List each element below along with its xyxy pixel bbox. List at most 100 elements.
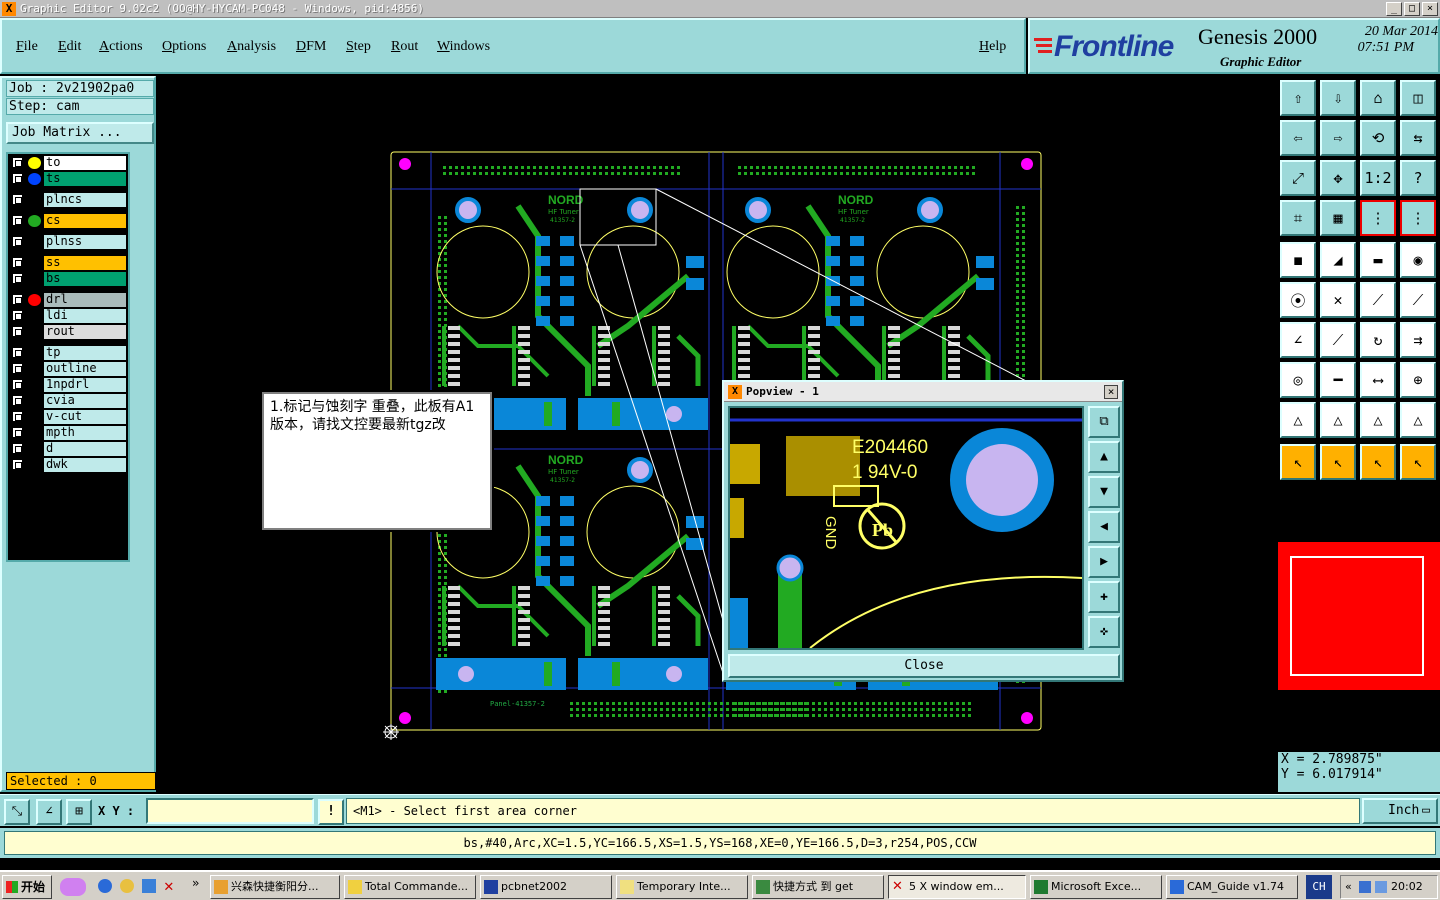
layer-name[interactable]: drl — [44, 293, 126, 307]
layer-row-outline[interactable]: outline — [10, 362, 128, 376]
layer-checkbox[interactable] — [12, 236, 23, 247]
layer-row-cs[interactable]: cs — [10, 214, 128, 228]
layer-checkbox[interactable] — [12, 326, 23, 337]
undo-icon[interactable]: ⟲ — [1360, 120, 1396, 156]
layer-name[interactable]: bs — [44, 272, 126, 286]
volume-icon[interactable] — [1375, 881, 1387, 893]
popview-close-icon[interactable]: × — [1104, 385, 1118, 399]
layer-checkbox[interactable] — [12, 395, 23, 406]
menu-step[interactable]: Step — [346, 39, 371, 55]
layer-row-bs[interactable]: bs — [10, 272, 128, 286]
layer-row-1npdrl[interactable]: 1npdrl — [10, 378, 128, 392]
layer-checkbox[interactable] — [12, 347, 23, 358]
layer-checkbox[interactable] — [12, 157, 23, 168]
layer-name[interactable]: plnss — [44, 235, 126, 249]
language-indicator[interactable]: CH — [1306, 875, 1332, 899]
parallel-icon[interactable]: ⇉ — [1400, 322, 1436, 358]
clock-icon[interactable] — [120, 879, 134, 893]
layer-row-plncs[interactable]: plncs — [10, 193, 128, 207]
line-node-icon[interactable]: ⟋ — [1360, 282, 1396, 318]
arc-icon[interactable]: ↻ — [1360, 322, 1396, 358]
layer-name[interactable]: dwk — [44, 458, 126, 472]
outlook-icon[interactable] — [142, 879, 156, 893]
layer-checkbox[interactable] — [12, 173, 23, 184]
taskbar-item-1[interactable]: Total Commande... — [344, 875, 476, 899]
scale-icon[interactable]: 1:2 — [1360, 160, 1396, 196]
tray-clock[interactable]: 20:02 — [1391, 876, 1423, 898]
snap-center-button[interactable]: ⤡ — [4, 799, 30, 825]
layer-color-swatch[interactable] — [28, 173, 41, 185]
layer-name[interactable]: cs — [44, 214, 126, 228]
layer-checkbox[interactable] — [12, 363, 23, 374]
layer-checkbox[interactable] — [12, 194, 23, 205]
layer-checkbox[interactable] — [12, 379, 23, 390]
home-icon[interactable]: ⇧ — [1280, 80, 1316, 116]
grid-icon[interactable]: ▦ — [1320, 200, 1356, 236]
layer-name[interactable]: tp — [44, 346, 126, 360]
menu-dfm[interactable]: DFM — [296, 39, 326, 55]
house-icon[interactable]: ⌂ — [1360, 80, 1396, 116]
taskbar-item-7[interactable]: CAM_Guide v1.74 — [1166, 875, 1298, 899]
minimize-button[interactable]: _ — [1386, 2, 1402, 16]
menu-analysis[interactable]: Analysis — [227, 39, 276, 55]
layer-row-ts[interactable]: ts — [10, 172, 128, 186]
pad-select-icon[interactable]: ◎ — [1280, 362, 1316, 398]
menu-file[interactable]: File — [16, 39, 38, 55]
layer-checkbox[interactable] — [12, 427, 23, 438]
layer-name[interactable]: v-cut — [44, 410, 126, 424]
layer-checkbox[interactable] — [12, 294, 23, 305]
layer-name[interactable]: rout — [44, 325, 126, 339]
layer-color-swatch[interactable] — [28, 294, 41, 306]
popview-zoom-window-button[interactable]: ⧉ — [1088, 406, 1120, 438]
triangle4-icon[interactable]: △ — [1400, 402, 1436, 438]
popview-close-button[interactable]: Close — [728, 654, 1120, 678]
menu-help[interactable]: Help — [979, 39, 1006, 55]
layer-checkbox[interactable] — [12, 215, 23, 226]
menu-options[interactable]: Options — [162, 39, 206, 55]
layer-row-d[interactable]: d — [10, 442, 128, 456]
layer-row-mpth[interactable]: mpth — [10, 426, 128, 440]
cross-icon[interactable]: ✕ — [1320, 282, 1356, 318]
node-icon[interactable]: ⦿ — [1280, 282, 1316, 318]
layer-row-to[interactable]: to — [10, 156, 128, 170]
layer-row-tp[interactable]: tp — [10, 346, 128, 360]
pad-icon[interactable]: ◼ — [1280, 242, 1316, 278]
layer-checkbox[interactable] — [12, 459, 23, 470]
xy-input[interactable] — [146, 798, 314, 824]
layer-name[interactable]: 1npdrl — [44, 378, 126, 392]
layer-color-swatch[interactable] — [28, 215, 41, 227]
start-button[interactable]: 开始 — [2, 875, 52, 899]
layer-name[interactable]: to — [44, 156, 126, 170]
pan-left-icon[interactable]: ⇦ — [1280, 120, 1316, 156]
pointer3-icon[interactable]: ↖ — [1360, 444, 1396, 480]
select-box-icon[interactable]: ◉ — [1400, 242, 1436, 278]
job-matrix-button[interactable]: Job Matrix ... — [6, 122, 154, 144]
taskbar-item-6[interactable]: Microsoft Exce... — [1030, 875, 1162, 899]
popview-zoom-in-button[interactable]: ✚ — [1088, 581, 1120, 613]
swap-icon[interactable]: ⇆ — [1400, 120, 1436, 156]
layer-row-ldi[interactable]: ldi — [10, 309, 128, 323]
layer-row-cvia[interactable]: cvia — [10, 394, 128, 408]
overview-map[interactable] — [1278, 542, 1440, 690]
help-icon[interactable]: ? — [1400, 160, 1436, 196]
layer-color-swatch[interactable] — [28, 157, 41, 169]
pointer2-icon[interactable]: ↖ — [1320, 444, 1356, 480]
center-icon[interactable]: ✥ — [1320, 160, 1356, 196]
layer-row-ss[interactable]: ss — [10, 256, 128, 270]
line-node2-icon[interactable]: ⟋ — [1400, 282, 1436, 318]
layer-name[interactable]: d — [44, 442, 126, 456]
layer-name[interactable]: mpth — [44, 426, 126, 440]
dimension-icon[interactable]: ⟷ — [1360, 362, 1396, 398]
xwin-icon[interactable]: ✕ — [164, 876, 174, 895]
network-icon[interactable] — [1359, 881, 1371, 893]
popview-pan-left-button[interactable]: ◀ — [1088, 511, 1120, 543]
layer-checkbox[interactable] — [12, 273, 23, 284]
triangle3-icon[interactable]: △ — [1360, 402, 1396, 438]
layer-checkbox[interactable] — [12, 443, 23, 454]
layer-row-drl[interactable]: drl — [10, 293, 128, 307]
popview-canvas[interactable]: E204460 1 94V-0 Pb GND — [728, 406, 1084, 650]
layer-checkbox[interactable] — [12, 310, 23, 321]
layer-name[interactable]: ts — [44, 172, 126, 186]
ie-icon[interactable] — [98, 879, 112, 893]
window-icon[interactable]: ◫ — [1400, 80, 1436, 116]
